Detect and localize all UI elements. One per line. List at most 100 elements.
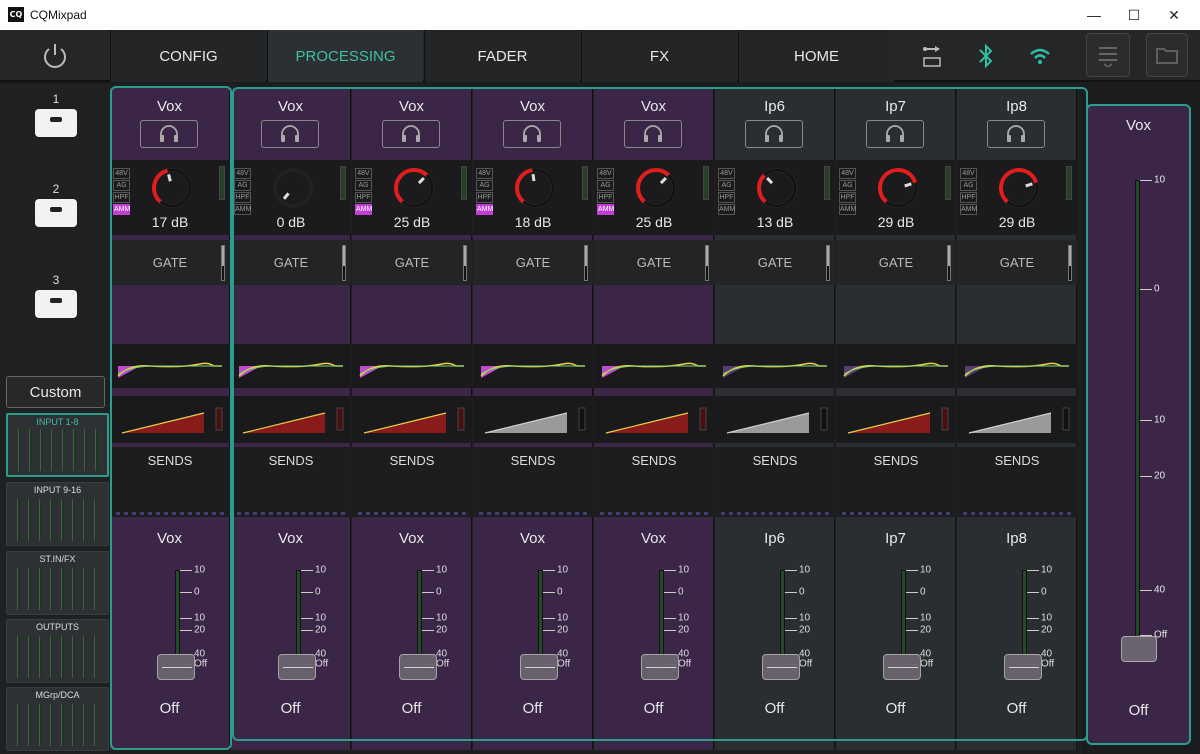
channel-name[interactable]: Ip7 (836, 98, 955, 115)
preamp-section[interactable]: 48V AG HPF AMM 25 dB (594, 160, 714, 235)
headphone-button[interactable] (382, 120, 440, 148)
channel-name[interactable]: Vox (473, 98, 592, 115)
preamp-section[interactable]: 48V AG HPF AMM 17 dB (110, 160, 230, 235)
gain-knob[interactable] (995, 164, 1043, 212)
bank-outputs[interactable]: OUTPUTS (6, 619, 109, 683)
fader-cap[interactable] (157, 654, 195, 680)
bluetooth-icon[interactable] (966, 38, 1006, 74)
sends-section[interactable]: SENDS (957, 447, 1077, 517)
channel-name[interactable]: Vox (110, 98, 229, 115)
insert-section[interactable] (473, 289, 593, 339)
scene-button[interactable] (35, 290, 77, 318)
compressor-section[interactable] (957, 396, 1077, 443)
compressor-section[interactable] (231, 396, 351, 443)
headphone-button[interactable] (866, 120, 924, 148)
sends-section[interactable]: SENDS (715, 447, 835, 517)
preamp-section[interactable]: 48V AG HPF AMM 29 dB (836, 160, 956, 235)
sends-section[interactable]: SENDS (110, 447, 230, 517)
gate-section[interactable]: GATE (110, 240, 230, 285)
bank-st-in-fx[interactable]: ST.IN/FX (6, 551, 109, 615)
insert-section[interactable] (352, 289, 472, 339)
gain-knob[interactable] (390, 164, 438, 212)
minimize-button[interactable]: — (1074, 0, 1114, 30)
eq-section[interactable] (594, 344, 714, 388)
insert-section[interactable] (836, 289, 956, 339)
gain-knob[interactable] (632, 164, 680, 212)
scene-2[interactable]: 2 (28, 182, 84, 227)
custom-button[interactable]: Custom (6, 376, 105, 408)
gate-section[interactable]: GATE (957, 240, 1077, 285)
gate-section[interactable]: GATE (473, 240, 593, 285)
bank-mgrp-dca[interactable]: MGrp/DCA (6, 687, 109, 751)
channel-name[interactable]: Vox (231, 98, 350, 115)
sends-section[interactable]: SENDS (473, 447, 593, 517)
tab-fx[interactable]: FX (581, 30, 737, 82)
compressor-section[interactable] (836, 396, 956, 443)
headphone-button[interactable] (503, 120, 561, 148)
fader-cap[interactable] (399, 654, 437, 680)
master-fader-cap[interactable] (1121, 636, 1157, 662)
preamp-section[interactable]: 48V AG HPF AMM 18 dB (473, 160, 593, 235)
gain-knob[interactable] (753, 164, 801, 212)
usb-icon[interactable] (912, 38, 952, 74)
channel-name[interactable]: Vox (352, 98, 471, 115)
headphone-button[interactable] (140, 120, 198, 148)
folder-button[interactable] (1146, 33, 1188, 77)
gate-section[interactable]: GATE (715, 240, 835, 285)
tab-fader[interactable]: FADER (424, 30, 580, 82)
insert-section[interactable] (715, 289, 835, 339)
insert-section[interactable] (231, 289, 351, 339)
insert-section[interactable] (110, 289, 230, 339)
eq-section[interactable] (352, 344, 472, 388)
channel-name[interactable]: Ip8 (957, 98, 1076, 115)
channel-name[interactable]: Ip6 (715, 98, 834, 115)
compressor-section[interactable] (715, 396, 835, 443)
scene-button[interactable] (35, 109, 77, 137)
channel-name[interactable]: Vox (594, 98, 713, 115)
eq-section[interactable] (231, 344, 351, 388)
gain-knob[interactable] (269, 164, 317, 212)
eq-section[interactable] (715, 344, 835, 388)
fader-cap[interactable] (883, 654, 921, 680)
fader-cap[interactable] (520, 654, 558, 680)
scene-3[interactable]: 3 (28, 273, 84, 318)
headphone-button[interactable] (745, 120, 803, 148)
close-button[interactable]: ✕ (1154, 0, 1194, 30)
gate-section[interactable]: GATE (231, 240, 351, 285)
insert-section[interactable] (594, 289, 714, 339)
compressor-section[interactable] (594, 396, 714, 443)
gate-section[interactable]: GATE (594, 240, 714, 285)
compressor-section[interactable] (473, 396, 593, 443)
insert-section[interactable] (957, 289, 1077, 339)
fader-cap[interactable] (278, 654, 316, 680)
preamp-section[interactable]: 48V AG HPF AMM 13 dB (715, 160, 835, 235)
tab-processing[interactable]: PROCESSING (267, 30, 423, 82)
sends-section[interactable]: SENDS (836, 447, 956, 517)
scene-1[interactable]: 1 (28, 92, 84, 137)
fader-cap[interactable] (762, 654, 800, 680)
maximize-button[interactable]: ☐ (1114, 0, 1154, 30)
gain-knob[interactable] (148, 164, 196, 212)
bank-input-1-8[interactable]: INPUT 1-8 (6, 413, 109, 477)
tab-config[interactable]: CONFIG (110, 30, 266, 82)
preamp-section[interactable]: 48V AG HPF AMM 0 dB (231, 160, 351, 235)
eq-section[interactable] (473, 344, 593, 388)
headphone-button[interactable] (624, 120, 682, 148)
gate-section[interactable]: GATE (836, 240, 956, 285)
fader-cap[interactable] (1004, 654, 1042, 680)
wifi-icon[interactable] (1020, 38, 1060, 74)
scene-button[interactable] (35, 199, 77, 227)
compressor-section[interactable] (110, 396, 230, 443)
fader-cap[interactable] (641, 654, 679, 680)
menu-button[interactable] (1086, 33, 1130, 77)
eq-section[interactable] (957, 344, 1077, 388)
sends-section[interactable]: SENDS (352, 447, 472, 517)
eq-section[interactable] (836, 344, 956, 388)
eq-section[interactable] (110, 344, 230, 388)
headphone-button[interactable] (261, 120, 319, 148)
preamp-section[interactable]: 48V AG HPF AMM 25 dB (352, 160, 472, 235)
gate-section[interactable]: GATE (352, 240, 472, 285)
gain-knob[interactable] (874, 164, 922, 212)
power-button[interactable] (0, 30, 110, 82)
headphone-button[interactable] (987, 120, 1045, 148)
